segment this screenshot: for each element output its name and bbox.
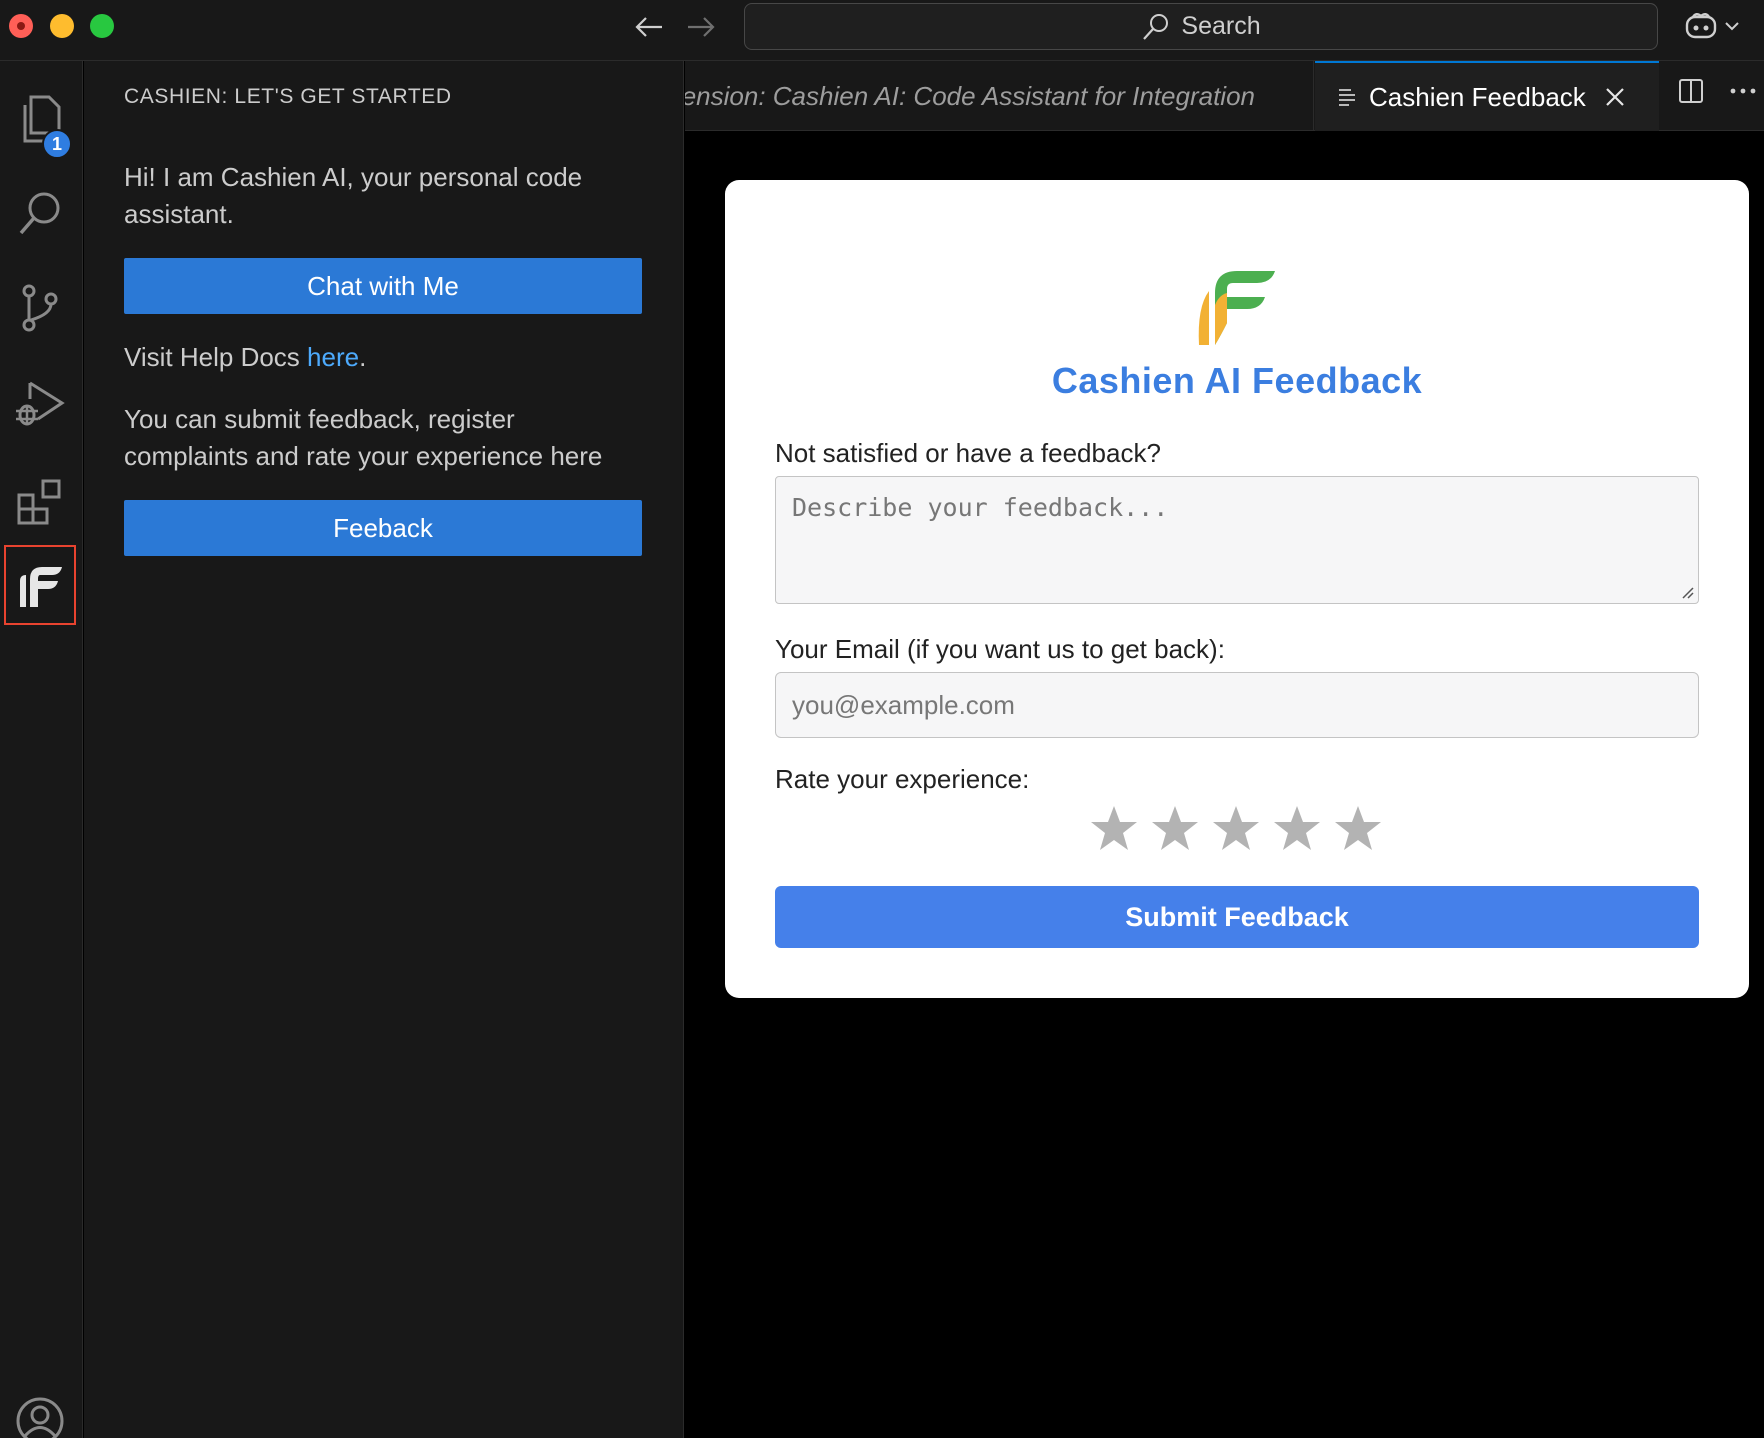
title-bar: Search xyxy=(0,0,1764,61)
explorer-badge: 1 xyxy=(42,129,72,159)
resize-handle-icon[interactable] xyxy=(1679,584,1695,600)
cashien-extension-button[interactable] xyxy=(4,545,76,625)
explorer-button[interactable]: 1 xyxy=(4,79,76,159)
chat-with-me-button[interactable]: Chat with Me xyxy=(124,258,642,314)
copilot-menu[interactable] xyxy=(1684,8,1748,44)
feedback-label: Not satisfied or have a feedback? xyxy=(775,438,1161,468)
close-window-button[interactable] xyxy=(9,14,33,38)
intro-text: Hi! I am Cashien AI, your personal code … xyxy=(124,162,583,229)
star-1-icon[interactable] xyxy=(1089,804,1139,854)
split-editor-icon[interactable] xyxy=(1677,77,1705,105)
feedback-textarea[interactable]: Describe your feedback... xyxy=(775,476,1699,604)
copilot-icon xyxy=(1685,13,1717,39)
feedback-title: Cashien AI Feedback xyxy=(1051,360,1423,401)
star-3-icon[interactable] xyxy=(1211,804,1261,854)
minimize-window-button[interactable] xyxy=(50,14,74,38)
search-label: Search xyxy=(1181,12,1261,40)
editor-area: Cashien AI Feedback Not satisfied or hav… xyxy=(685,132,1764,1438)
more-actions-icon[interactable] xyxy=(1729,86,1757,96)
command-center-search[interactable]: Search xyxy=(744,3,1658,50)
run-debug-button[interactable] xyxy=(4,364,76,444)
extensions-icon xyxy=(17,479,61,525)
source-control-icon xyxy=(22,284,58,332)
tab-label: Extension: Cashien AI: Code Assistant fo… xyxy=(685,81,1255,111)
search-icon xyxy=(1143,13,1169,40)
extensions-button[interactable] xyxy=(4,462,76,542)
forward-arrow-icon[interactable] xyxy=(684,10,718,44)
submit-feedback-button[interactable]: Submit Feedback xyxy=(775,886,1699,948)
tab-label: Cashien Feedback xyxy=(1369,81,1586,112)
editor-tab-bar: Extension: Cashien AI: Code Assistant fo… xyxy=(685,61,1764,131)
star-rating xyxy=(1089,804,1383,854)
maximize-window-button[interactable] xyxy=(90,14,114,38)
account-button[interactable] xyxy=(4,1381,76,1438)
rating-label: Rate your experience: xyxy=(775,764,1030,794)
tab-extension-cashien[interactable]: Extension: Cashien AI: Code Assistant fo… xyxy=(685,61,1314,131)
back-arrow-icon[interactable] xyxy=(632,10,666,44)
search-icon xyxy=(19,192,60,235)
cashien-icon xyxy=(20,567,62,607)
feedback-button[interactable]: Feeback xyxy=(124,500,642,556)
account-icon xyxy=(16,1397,64,1438)
email-input[interactable]: you@example.com xyxy=(775,672,1699,738)
help-prefix: Visit Help Docs xyxy=(124,342,308,372)
tab-cashien-feedback[interactable]: Cashien Feedback xyxy=(1315,61,1659,131)
activity-bar: 1 xyxy=(0,61,83,1438)
chevron-down-icon xyxy=(1725,22,1739,31)
sidebar-title: CASHIEN: LET'S GET STARTED xyxy=(124,85,452,108)
cashien-sidebar-panel: CASHIEN: LET'S GET STARTED Hi! I am Cash… xyxy=(84,61,684,1438)
star-2-icon[interactable] xyxy=(1150,804,1200,854)
cashien-logo xyxy=(1198,271,1275,345)
search-view-button[interactable] xyxy=(4,173,76,253)
help-suffix: . xyxy=(359,342,367,372)
preview-icon xyxy=(1339,89,1355,106)
submit-feedback-text: You can submit feedback, register compla… xyxy=(124,404,603,471)
run-debug-icon xyxy=(16,381,65,426)
star-4-icon[interactable] xyxy=(1272,804,1322,854)
feedback-placeholder: Describe your feedback... xyxy=(792,493,1169,522)
email-label: Your Email (if you want us to get back): xyxy=(775,634,1225,664)
help-docs-link[interactable]: here xyxy=(307,342,359,372)
close-icon[interactable] xyxy=(1604,86,1626,108)
help-docs-text: Visit Help Docs here. xyxy=(124,339,644,376)
source-control-button[interactable] xyxy=(4,268,76,348)
email-placeholder: you@example.com xyxy=(792,689,1015,720)
star-5-icon[interactable] xyxy=(1333,804,1383,854)
feedback-card: Cashien AI Feedback Not satisfied or hav… xyxy=(725,180,1749,998)
